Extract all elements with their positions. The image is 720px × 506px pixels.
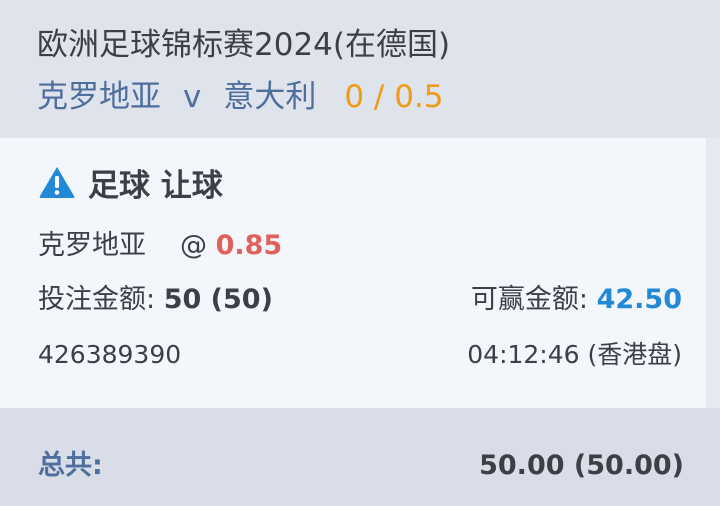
bet-slip-screen: 欧洲足球锦标赛2024(在德国) 克罗地亚 v 意大利 0 / 0.5 足球 让球 克… xyxy=(0,0,720,506)
league-title: 欧洲足球锦标赛2024(在德国) xyxy=(37,27,451,63)
at-symbol: @ xyxy=(180,230,207,261)
total-bar: 总共: 50.00 (50.00) xyxy=(0,408,720,506)
win-amount: 可赢金额: 42.50 xyxy=(471,282,682,318)
odds-value: 0.85 xyxy=(215,230,283,261)
selection-team: 克罗地亚 xyxy=(38,230,146,261)
bet-type: 足球 让球 xyxy=(88,167,223,204)
total-label: 总共: xyxy=(38,450,103,481)
handicap-line: 0 / 0.5 xyxy=(344,79,444,115)
away-team: 意大利 xyxy=(223,79,317,115)
stake-value: 50 (50) xyxy=(163,284,273,315)
bet-time-odds-type: 04:12:46 (香港盘) xyxy=(467,340,682,369)
warning-triangle-icon xyxy=(39,167,75,198)
home-team: 克罗地亚 xyxy=(37,79,161,115)
stake-amount: 投注金额: 50 (50) xyxy=(38,282,273,318)
reference-row: 426389390 04:12:46 (香港盘) xyxy=(38,337,682,373)
bet-title: 足球 让球 xyxy=(38,162,223,204)
ticket-id: 426389390 xyxy=(38,340,182,369)
stake-label: 投注金额: xyxy=(38,284,156,315)
bet-card[interactable]: 足球 让球 克罗地亚 @ 0.85 投注金额: 50 (50) 可赢金额: 42.… xyxy=(0,138,720,408)
win-label: 可赢金额: xyxy=(470,284,588,315)
total-value: 50.00 (50.00) xyxy=(479,450,684,481)
versus-label: v xyxy=(183,79,202,115)
match-row: 克罗地亚 v 意大利 0 / 0.5 xyxy=(37,76,444,118)
match-header: 欧洲足球锦标赛2024(在德国) 克罗地亚 v 意大利 0 / 0.5 xyxy=(0,0,720,138)
stake-row: 投注金额: 50 (50) 可赢金额: 42.50 xyxy=(38,282,682,318)
selection-row: 克罗地亚 @ 0.85 xyxy=(38,228,282,264)
win-value: 42.50 xyxy=(596,284,682,315)
